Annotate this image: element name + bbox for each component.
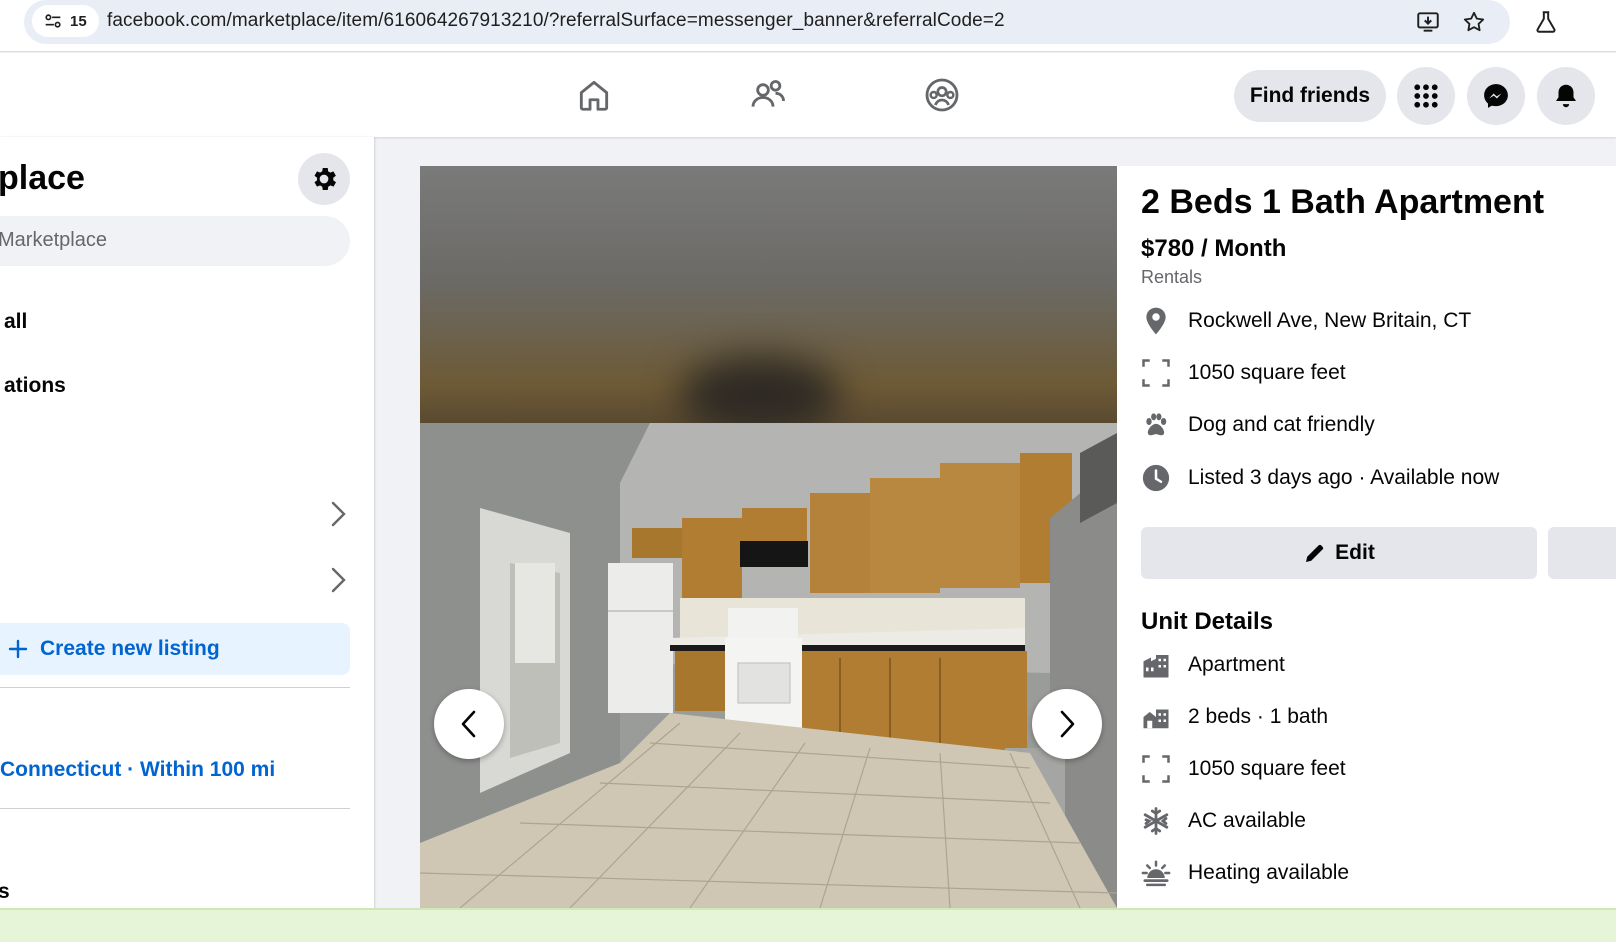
grid-menu-icon [1414,84,1438,108]
messenger-button[interactable] [1467,67,1525,125]
chevron-right-icon[interactable] [326,498,350,530]
find-friends-button[interactable]: Find friends [1234,70,1386,122]
sidebar-item-notifications[interactable]: ations [4,374,66,398]
marketplace-search-input[interactable]: Marketplace [0,216,350,266]
facebook-top-nav: Find friends [0,53,1616,137]
unit-detail-size: 1050 square feet [1141,752,1346,786]
snowflake-icon [1141,806,1171,836]
location-pin-icon [1141,306,1171,336]
unit-detail-beds-baths: 2 beds · 1 bath [1141,700,1328,734]
square-feet-icon [1141,358,1171,388]
url-text[interactable]: facebook.com/marketplace/item/6160642679… [107,10,1005,32]
heating-icon [1141,858,1171,888]
divider [0,687,350,688]
square-feet-icon [1141,754,1171,784]
search-placeholder: Marketplace [0,229,107,251]
chevron-right-icon [1060,710,1075,738]
groups-tab[interactable] [922,75,962,115]
friends-tab[interactable] [748,75,788,115]
site-info-chip[interactable]: 15 [32,5,99,37]
settings-button[interactable] [298,153,350,205]
listing-title: 2 Beds 1 Bath Apartment [1141,183,1545,221]
install-app-icon[interactable] [1414,8,1442,36]
messenger-icon [1484,84,1508,108]
unit-detail-type: Apartment [1141,648,1285,682]
previous-photo-button[interactable] [434,689,504,759]
divider [0,808,350,809]
chevron-right-icon[interactable] [326,564,350,596]
page-bottom-edge [0,908,1616,942]
home-icon [579,80,609,111]
gear-icon [314,168,336,190]
marketplace-sidebar: place Marketplace all ations Create new … [0,137,374,942]
listing-category[interactable]: Rentals [1141,267,1202,288]
listing-details-panel: 2 Beds 1 Bath Apartment $780 / Month Ren… [1117,166,1616,942]
listing-price: $780 / Month [1141,235,1287,262]
bookmark-star-icon[interactable] [1460,8,1488,36]
next-photo-button[interactable] [1032,689,1102,759]
create-new-listing-button[interactable]: Create new listing [0,623,350,675]
paw-icon [1141,410,1171,440]
unit-details-heading: Unit Details [1141,608,1274,635]
bed-icon [1141,702,1171,732]
listing-fact-listed: Listed 3 days ago · Available now [1141,461,1499,495]
groups-icon [925,78,959,112]
location-filter-link[interactable]: Connecticut · Within 100 mi [0,758,275,782]
address-bar[interactable]: 15 facebook.com/marketplace/item/6160642… [24,0,1510,44]
tab-count: 15 [70,12,87,30]
edit-listing-button[interactable]: Edit [1141,527,1537,579]
listing-fact-size: 1050 square feet [1141,356,1346,390]
sidebar-title: place [0,159,85,197]
edit-label: Edit [1335,541,1375,564]
pencil-icon [1306,544,1324,562]
more-options-button[interactable] [1548,527,1616,579]
listing-fact-location[interactable]: Rockwell Ave, New Britain, CT [1141,304,1471,338]
notifications-button[interactable] [1537,67,1595,125]
kitchen-photo [420,423,1117,908]
listing-photo-viewer [420,166,1117,908]
clock-icon [1141,463,1171,493]
unit-detail-ac: AC available [1141,804,1306,838]
browser-toolbar: 15 facebook.com/marketplace/item/6160642… [0,0,1616,52]
building-icon [1141,650,1171,680]
plus-icon [8,639,28,659]
sidebar-item-browse-all[interactable]: all [4,310,27,334]
friends-icon [751,80,785,107]
chevron-left-icon [461,710,476,738]
listing-fact-pets: Dog and cat friendly [1141,408,1375,442]
create-listing-label: Create new listing [40,637,220,660]
home-tab[interactable] [574,75,614,115]
labs-flask-icon[interactable] [1532,8,1560,36]
bell-icon [1556,84,1576,108]
sidebar-item-categories[interactable]: s [0,880,10,904]
blurred-photo-background [420,166,1117,436]
menu-button[interactable] [1397,67,1455,125]
unit-detail-heating: Heating available [1141,856,1349,890]
tune-icon [45,14,61,28]
